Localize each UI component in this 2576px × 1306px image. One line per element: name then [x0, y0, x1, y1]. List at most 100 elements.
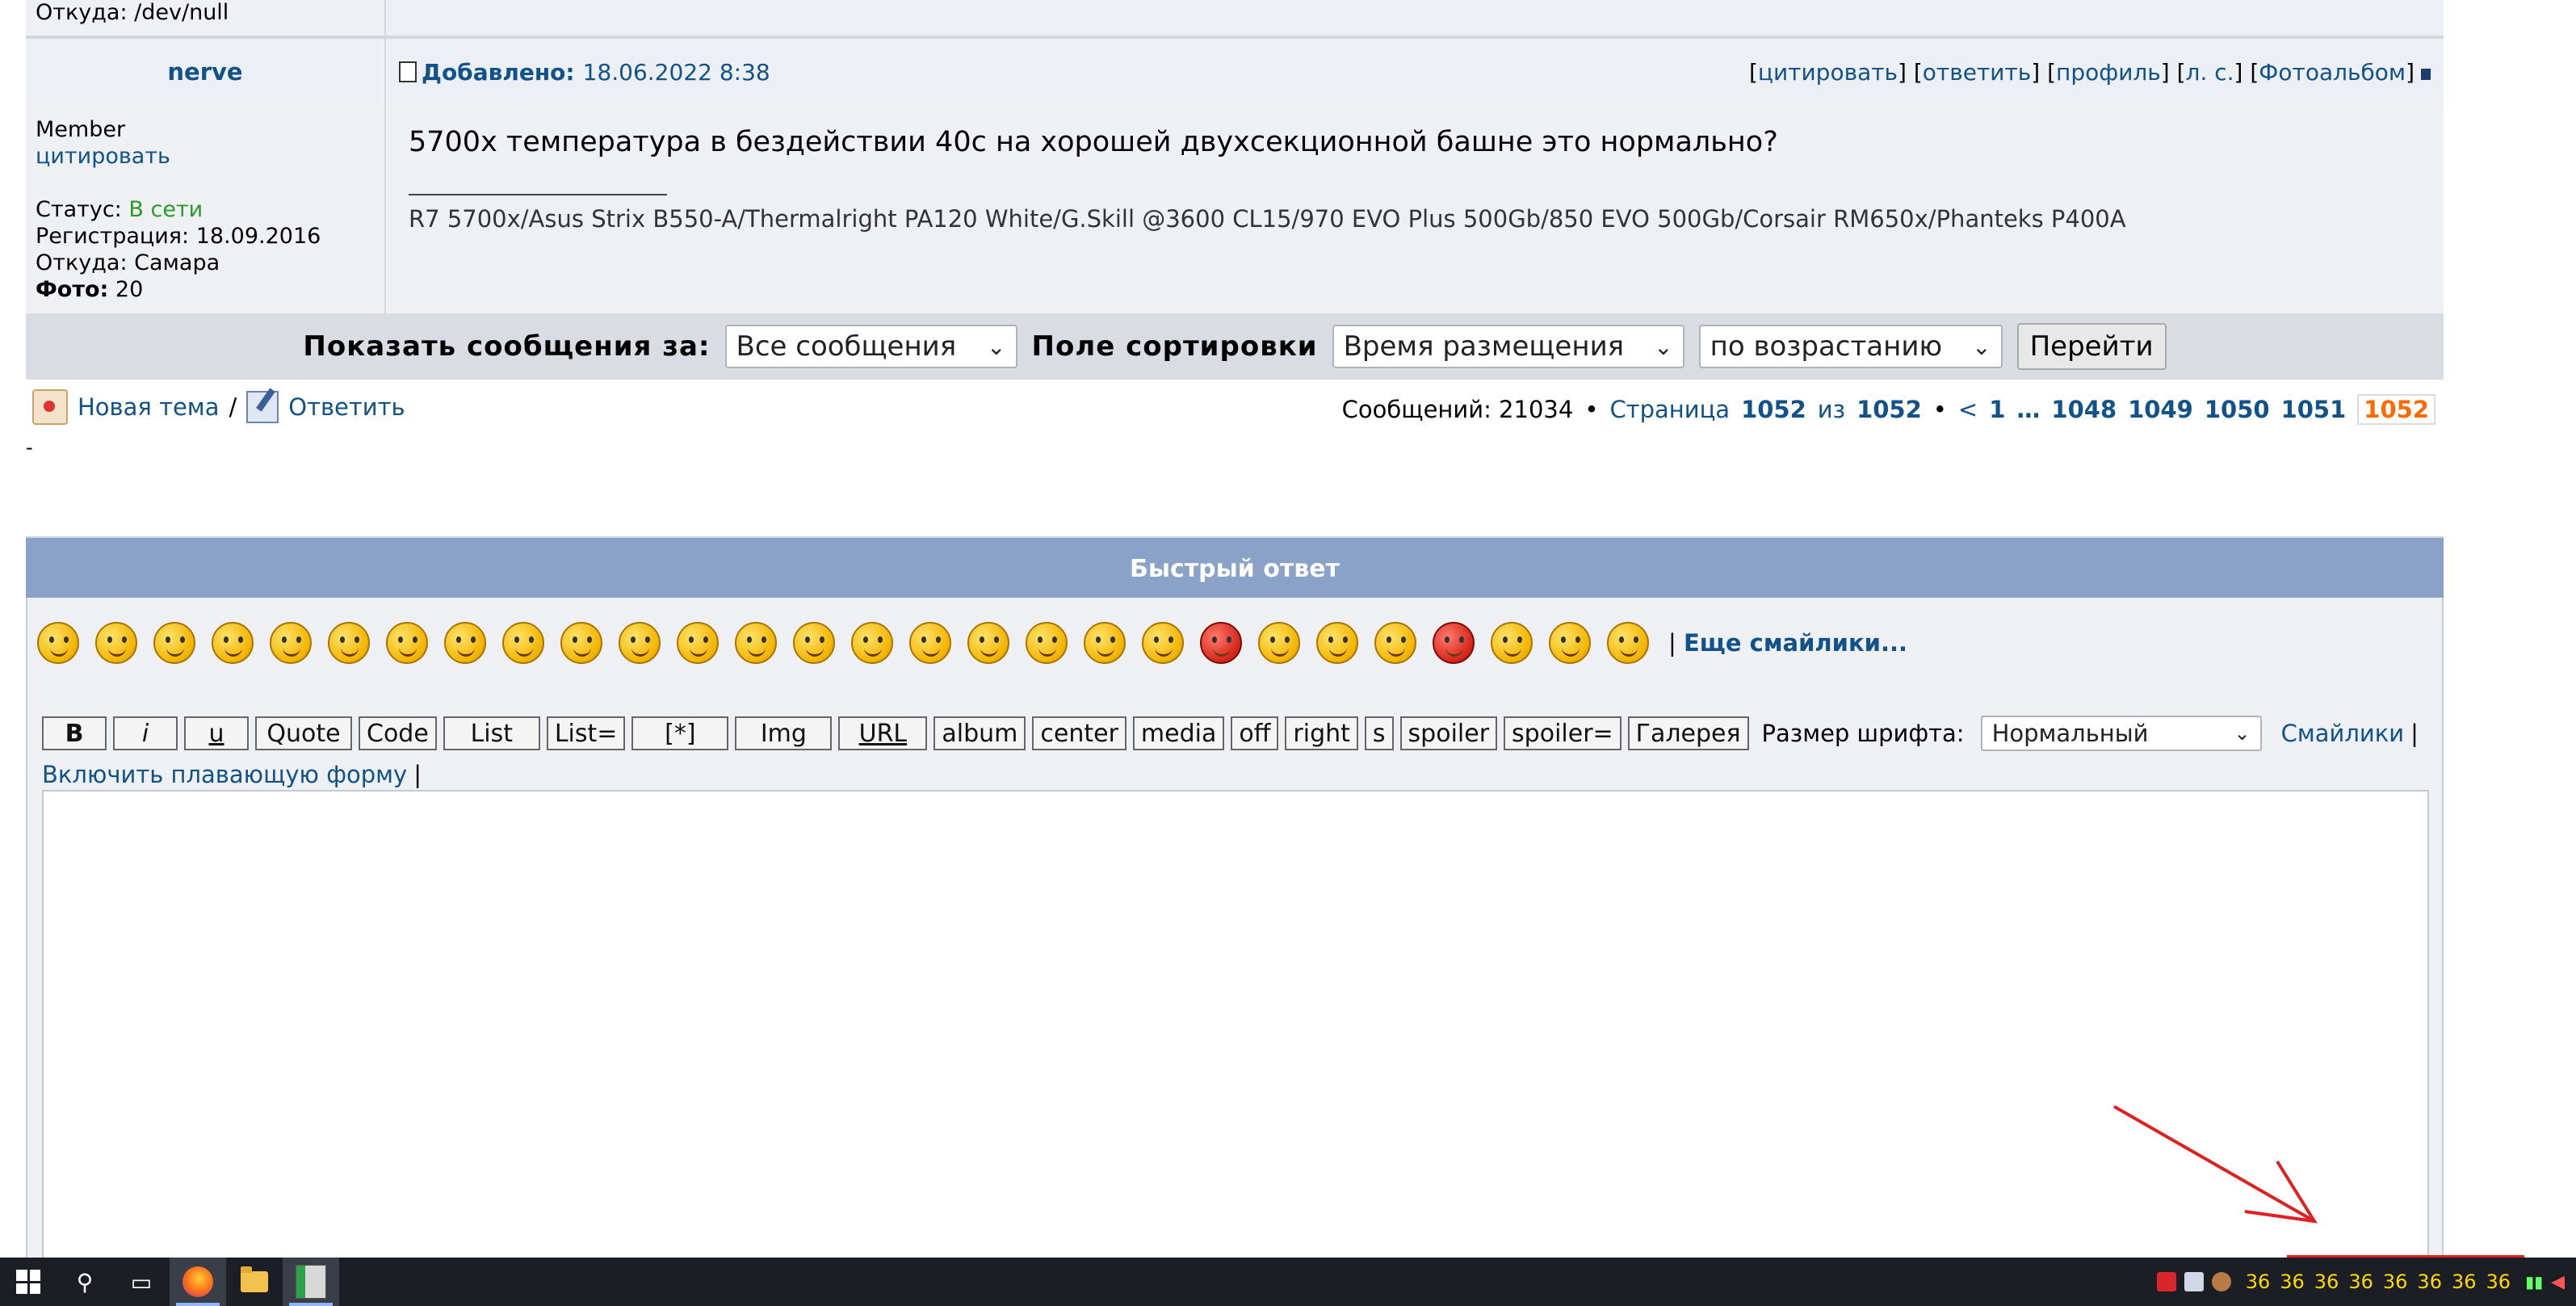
- message-textarea[interactable]: [42, 790, 2429, 1258]
- reply-icon[interactable]: [246, 391, 279, 423]
- smiley-angry-icon[interactable]: [270, 622, 312, 664]
- bars-tray-icon[interactable]: ▮▮: [2525, 1272, 2543, 1291]
- smiley-smoke-icon[interactable]: [502, 622, 544, 664]
- pager-bullet: •: [1584, 396, 1599, 423]
- smiley-wink-icon[interactable]: [1316, 622, 1358, 664]
- reply-link[interactable]: ответить: [1923, 59, 2032, 86]
- page-link[interactable]: 1049: [2128, 396, 2193, 423]
- list-button[interactable]: List: [443, 716, 540, 750]
- code-button[interactable]: Code: [359, 716, 437, 750]
- search-icon[interactable]: ⚲: [57, 1258, 113, 1306]
- go-button[interactable]: Перейти: [2016, 323, 2167, 370]
- more-smilies-link[interactable]: Еще смайлики...: [1684, 629, 1907, 657]
- messages-count: Сообщений: 21034: [1341, 396, 1574, 423]
- profile-link[interactable]: профиль: [2056, 59, 2161, 86]
- album-button[interactable]: album: [933, 716, 1026, 750]
- gallery-button[interactable]: Галерея: [1627, 716, 1749, 750]
- firefox-taskbar-button[interactable]: [170, 1258, 226, 1306]
- spoiler-button[interactable]: spoiler: [1399, 716, 1498, 750]
- page-link[interactable]: 1050: [2205, 396, 2270, 423]
- smiley-talk-icon[interactable]: [444, 622, 486, 664]
- smiley-grin-icon[interactable]: [37, 622, 79, 664]
- author-status: Статус: В сети: [36, 196, 375, 223]
- smiley-smile-icon[interactable]: [560, 622, 602, 664]
- reply-topic-link[interactable]: Ответить: [288, 393, 405, 421]
- avatar-tray-icon[interactable]: [2211, 1272, 2231, 1291]
- temp-readout: 36: [2451, 1270, 2477, 1293]
- show-messages-select[interactable]: Все сообщения ⌄: [724, 325, 1017, 368]
- strike-button[interactable]: s: [1364, 716, 1394, 750]
- page-label[interactable]: Страница: [1609, 396, 1730, 423]
- smiley-happy-icon[interactable]: [95, 622, 137, 664]
- show-messages-label: Показать сообщения за:: [303, 330, 711, 363]
- monitor-tray-icon[interactable]: [2184, 1272, 2204, 1291]
- photo-count[interactable]: 20: [115, 277, 143, 302]
- media-button[interactable]: media: [1132, 716, 1225, 750]
- scroll-up-icon[interactable]: [2421, 68, 2431, 80]
- smilies-row: | Еще смайлики...: [37, 622, 1907, 664]
- floating-form-link[interactable]: Включить плавающую форму: [42, 761, 407, 788]
- img-button[interactable]: Img: [735, 716, 833, 750]
- smiley-red-angry-icon[interactable]: [1200, 622, 1242, 664]
- pm-link[interactable]: л. с.: [2186, 59, 2234, 86]
- smiley-run-icon[interactable]: [677, 622, 719, 664]
- smiley-cool-icon[interactable]: [851, 622, 893, 664]
- task-view-icon[interactable]: ▭: [113, 1258, 170, 1306]
- italic-button[interactable]: i: [113, 716, 178, 750]
- actions-separator: /: [229, 393, 237, 421]
- current-page-number: 1052: [1741, 396, 1806, 423]
- start-button[interactable]: [0, 1258, 57, 1306]
- quote-link[interactable]: цитировать: [1758, 59, 1898, 86]
- post-author[interactable]: nerve: [26, 39, 386, 105]
- smiley-fist-icon[interactable]: [1142, 622, 1184, 664]
- sort-field-select[interactable]: Время размещения ⌄: [1332, 325, 1684, 368]
- app-icon: [296, 1265, 326, 1299]
- arrow-tray-icon[interactable]: ◀: [2551, 1272, 2565, 1292]
- smilies-link[interactable]: Смайлики: [2281, 720, 2405, 747]
- page-link-first[interactable]: 1: [1989, 396, 2005, 423]
- smiley-sad-icon[interactable]: [153, 622, 195, 664]
- smiley-bandage-icon[interactable]: [212, 622, 254, 664]
- list-item-button[interactable]: [*]: [631, 716, 729, 750]
- profile-quote-link[interactable]: цитировать: [36, 144, 170, 169]
- off-button[interactable]: off: [1231, 716, 1279, 750]
- smiley-confused-icon[interactable]: [909, 622, 951, 664]
- list-numbered-button[interactable]: List=: [546, 716, 626, 750]
- sort-order-select[interactable]: по возрастанию ⌄: [1698, 325, 2003, 368]
- smiley-scared-icon[interactable]: [1549, 622, 1591, 664]
- underline-button[interactable]: u: [184, 716, 249, 750]
- smiley-sport-icon[interactable]: [1026, 622, 1068, 664]
- smiley-dizzy-icon[interactable]: [619, 622, 661, 664]
- smiley-beer-icon[interactable]: [793, 622, 835, 664]
- prev-page-link[interactable]: <: [1958, 396, 1978, 423]
- smiley-music-icon[interactable]: [735, 622, 777, 664]
- smiley-sunglasses-icon[interactable]: [967, 622, 1009, 664]
- page-link[interactable]: 1048: [2051, 396, 2117, 423]
- app-taskbar-button[interactable]: [283, 1258, 339, 1306]
- windows-logo-icon: [16, 1270, 40, 1294]
- smiley-lips-icon[interactable]: [386, 622, 428, 664]
- smiley-crazy-icon[interactable]: [1258, 622, 1300, 664]
- smiley-clap-icon[interactable]: [1491, 622, 1533, 664]
- smiley-dance-icon[interactable]: [1084, 622, 1126, 664]
- smiley-think-icon[interactable]: [1374, 622, 1416, 664]
- smiley-devil-icon[interactable]: [1433, 622, 1475, 664]
- smiley-eek-icon[interactable]: [1607, 622, 1649, 664]
- smiley-tongue-icon[interactable]: [328, 622, 370, 664]
- center-button[interactable]: center: [1032, 716, 1126, 750]
- quote-button[interactable]: Quote: [255, 716, 352, 750]
- new-topic-link[interactable]: Новая тема: [78, 393, 219, 421]
- bold-button[interactable]: B: [42, 716, 107, 750]
- right-button[interactable]: right: [1285, 716, 1358, 750]
- font-size-select[interactable]: Нормальный ⌄: [1980, 716, 2262, 751]
- new-topic-icon[interactable]: [32, 389, 68, 425]
- spoiler-titled-button[interactable]: spoiler=: [1504, 716, 1622, 750]
- page-link[interactable]: 1051: [2281, 396, 2347, 423]
- author-profile: Member цитировать Статус: В сети Регистр…: [26, 105, 386, 313]
- file-explorer-taskbar-button[interactable]: [226, 1258, 283, 1306]
- post-date: 18.06.2022 8:38: [582, 58, 770, 86]
- url-button[interactable]: URL: [838, 716, 928, 750]
- cpu-temperature-readouts[interactable]: 36 36 36 36 36 36 36 36: [2239, 1270, 2517, 1293]
- amd-tray-icon[interactable]: [2156, 1272, 2176, 1291]
- photoalbum-link[interactable]: Фотоальбом: [2259, 59, 2406, 86]
